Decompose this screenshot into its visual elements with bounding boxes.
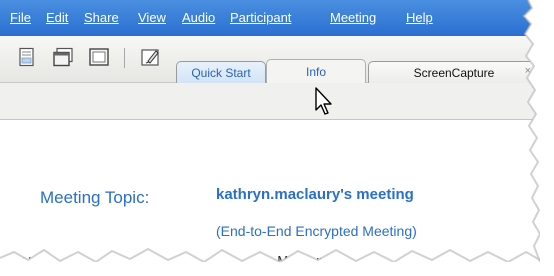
torn-edge-overlay xyxy=(0,0,540,262)
app-window: File Edit Share View Audio Participant M… xyxy=(0,0,540,262)
